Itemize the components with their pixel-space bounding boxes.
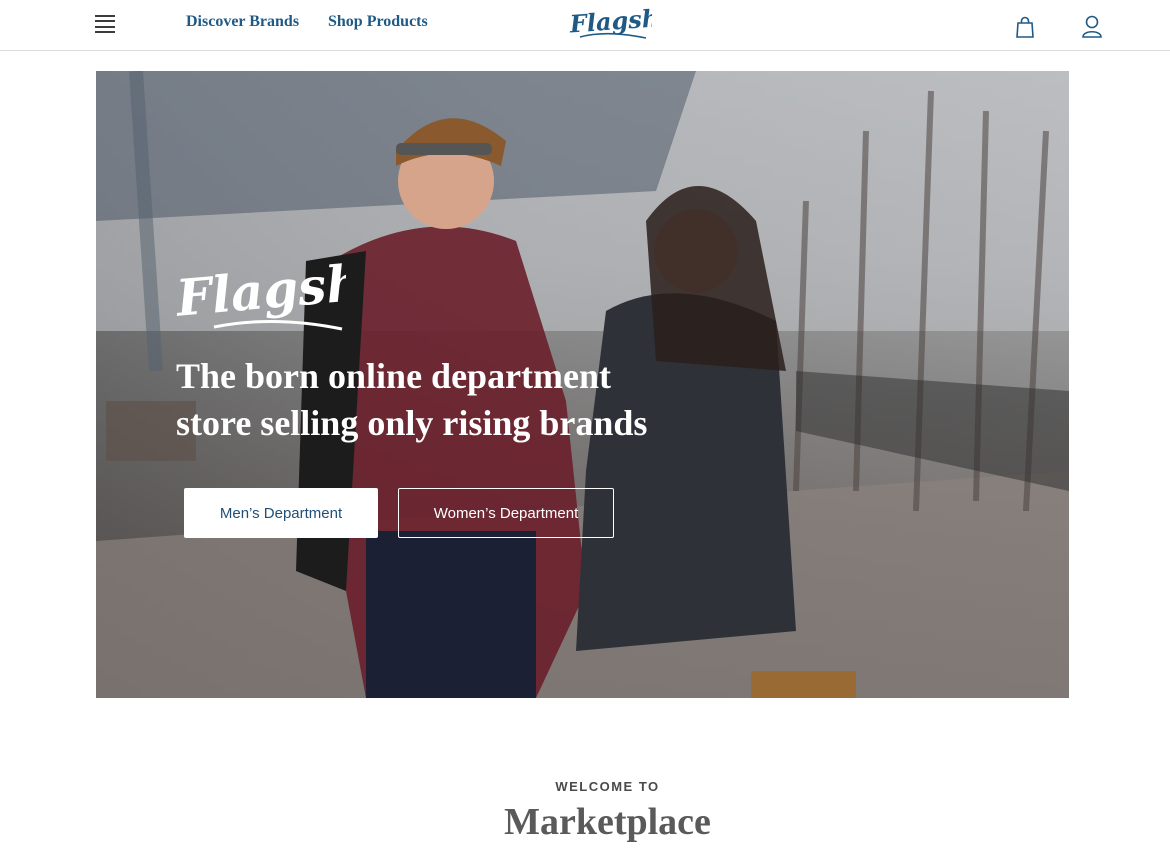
mens-department-button[interactable]: Men’s Department [184, 488, 378, 538]
nav-discover-brands[interactable]: Discover Brands [186, 13, 299, 31]
hamburger-menu-icon[interactable] [95, 15, 115, 33]
shopping-bag-icon[interactable] [1015, 16, 1035, 38]
womens-department-button[interactable]: Women’s Department [398, 488, 614, 538]
svg-text:Flagship: Flagship [174, 249, 346, 328]
welcome-label: WELCOME TO [555, 779, 660, 794]
flagship-logo[interactable]: Flagship [566, 2, 652, 48]
hero-heading-line1: The born online department [176, 356, 612, 396]
hero-flagship-logo: Flagship [174, 249, 346, 331]
welcome-title: Marketplace [504, 801, 711, 843]
user-icon[interactable] [1081, 15, 1103, 39]
hero-heading: The born online department store selling… [176, 353, 776, 447]
site-header: Discover Brands Shop Products Flagship [0, 0, 1170, 51]
nav-shop-products[interactable]: Shop Products [328, 13, 428, 31]
hero-banner: Flagship The born online department stor… [96, 71, 1069, 698]
hero-heading-line2: store selling only rising brands [176, 403, 648, 443]
